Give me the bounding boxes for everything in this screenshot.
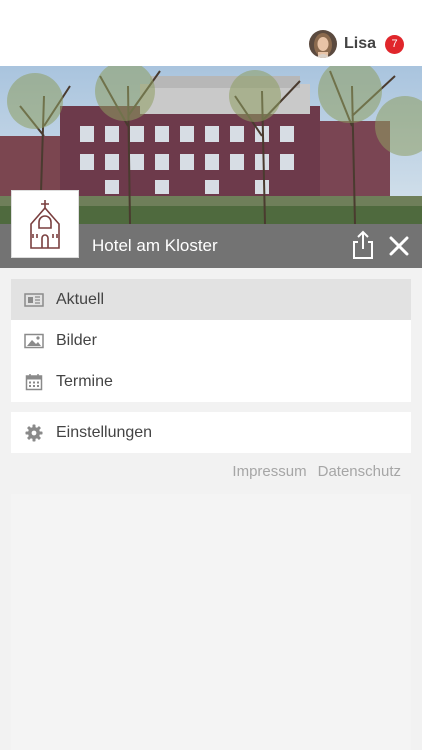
newspaper-icon (24, 291, 44, 309)
menu-settings: Einstellungen (11, 412, 411, 453)
menu-main: Aktuell Bilder Termine (11, 279, 411, 402)
avatar[interactable] (308, 30, 337, 58)
hotel-name: Hotel am Kloster (92, 236, 218, 255)
close-icon (389, 236, 409, 256)
notification-badge[interactable]: 7 (385, 34, 404, 54)
menu-item-label: Einstellungen (56, 423, 153, 441)
menu-item-bilder[interactable]: Bilder (11, 320, 411, 361)
chapel-icon (30, 200, 60, 249)
share-button[interactable] (350, 230, 376, 260)
hotel-logo (11, 190, 79, 258)
menu-item-termine[interactable]: Termine (11, 361, 411, 402)
share-icon (353, 230, 373, 259)
impressum-link[interactable]: Impressum (232, 463, 306, 480)
close-button[interactable] (387, 233, 411, 259)
content-area (11, 494, 411, 750)
user-name[interactable]: Lisa (344, 35, 376, 53)
datenschutz-link[interactable]: Datenschutz (318, 463, 401, 480)
menu-item-label: Termine (56, 372, 113, 390)
image-icon (24, 332, 44, 350)
user-profile[interactable]: Lisa 7 (308, 29, 404, 59)
top-bar: Lisa 7 (0, 0, 422, 66)
menu-item-aktuell[interactable]: Aktuell (11, 279, 411, 320)
menu-item-label: Aktuell (56, 290, 105, 308)
footer-links: Impressum Datenschutz (232, 463, 401, 480)
menu-item-label: Bilder (56, 331, 97, 349)
calendar-icon (24, 373, 44, 391)
gear-icon (24, 424, 44, 442)
menu-item-einstellungen[interactable]: Einstellungen (11, 412, 411, 453)
